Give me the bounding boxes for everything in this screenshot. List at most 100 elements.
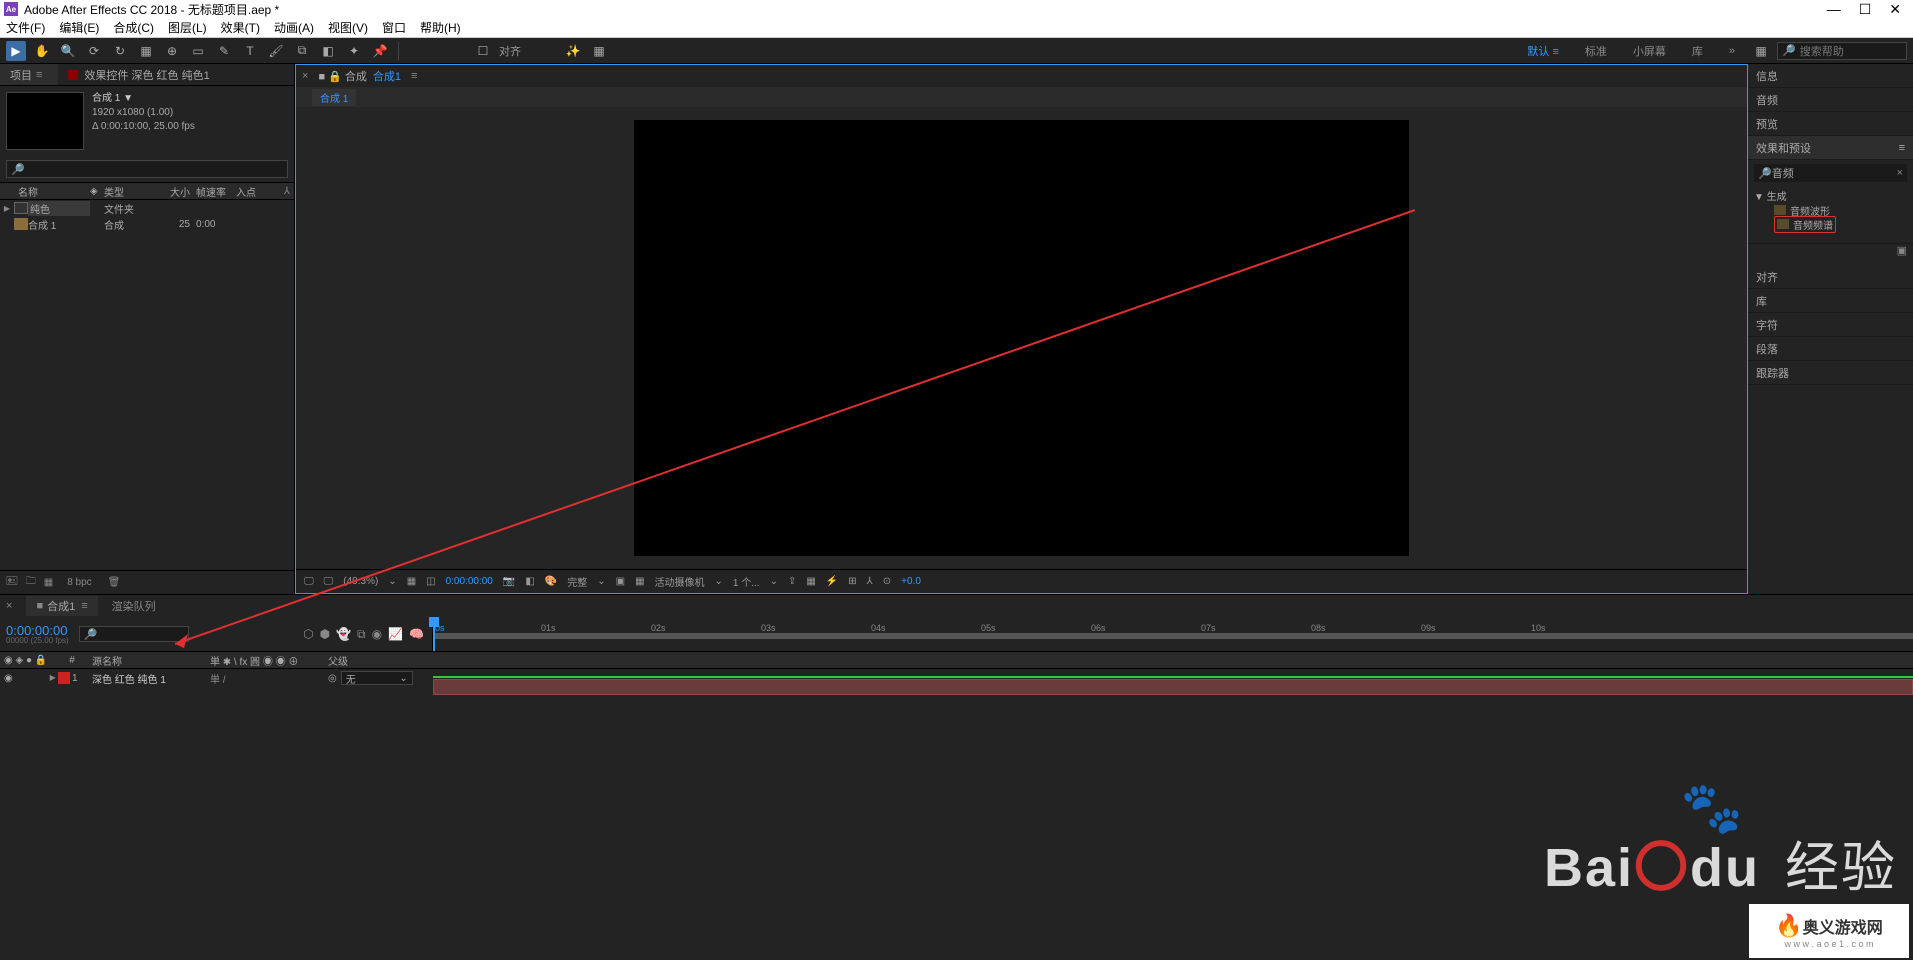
timeline-tab-render-queue[interactable]: 渲染队列 [112, 598, 156, 614]
camera-tool-icon[interactable]: ▦ [136, 41, 156, 61]
new-bin-icon[interactable]: ▣ [1897, 244, 1907, 257]
new-comp-icon[interactable]: ▦ [44, 577, 53, 588]
col-inpoint[interactable]: 入点 [236, 184, 266, 199]
layer-name[interactable]: 深色 红色 纯色 1 [86, 671, 206, 686]
col-source-name[interactable]: 源名称 [86, 653, 206, 668]
transparency-icon[interactable]: ▦ [635, 576, 644, 587]
effect-audio-spectrum[interactable]: 音频频谱 [1754, 217, 1907, 231]
rotate-tool-icon[interactable]: ↻ [110, 41, 130, 61]
panel-info[interactable]: 信息 [1748, 64, 1913, 88]
flowchart-icon[interactable]: ⅄ [867, 576, 873, 587]
col-name[interactable]: 名称 [0, 184, 90, 199]
time-ruler[interactable]: 0s 01s 02s 03s 04s 05s 06s 07s 08s 09s 1… [432, 617, 1913, 651]
orbit-tool-icon[interactable]: ⟳ [84, 41, 104, 61]
col-flowchart-icon[interactable]: ⅄ [284, 186, 290, 197]
composition-thumbnail[interactable] [6, 92, 84, 150]
clone-tool-icon[interactable]: ⧉ [292, 41, 312, 61]
col-fps[interactable]: 帧速率 [190, 184, 236, 199]
color-mgmt-icon[interactable]: 🎨 [545, 576, 557, 587]
motion-blur-icon[interactable]: ◉ [372, 627, 382, 642]
exposure-value[interactable]: +0.0 [901, 576, 921, 587]
workspace-more-icon[interactable]: » [1729, 45, 1735, 57]
search-help-input[interactable]: 🔎 搜索帮助 [1777, 42, 1907, 60]
camera-dropdown[interactable]: 活动摄像机 [655, 574, 705, 589]
timeline-tab-comp1[interactable]: ■ 合成1 ≡ [26, 596, 97, 616]
hand-tool-icon[interactable]: ✋ [32, 41, 52, 61]
effects-category-generate[interactable]: ▼ 生成 [1754, 188, 1907, 203]
menu-view[interactable]: 视图(V) [328, 19, 368, 36]
clear-search-icon[interactable]: × [1897, 167, 1903, 179]
workspace-default[interactable]: 默认 ≡ [1527, 43, 1558, 59]
timeline-search-input[interactable]: 🔎 [79, 626, 189, 642]
menu-window[interactable]: 窗口 [382, 19, 406, 36]
zoom-tool-icon[interactable]: 🔍 [58, 41, 78, 61]
new-folder-icon[interactable]: 🗀 [26, 574, 36, 591]
minimize-button[interactable]: — [1827, 1, 1841, 18]
col-type[interactable]: 类型 [104, 184, 154, 199]
grid-icon[interactable]: ▦ [589, 41, 609, 61]
frame-blend-icon[interactable]: ⧉ [357, 627, 366, 642]
timeline-layer-1[interactable]: ◉ ▶ 1 深色 红色 纯色 1 単 / ◎ 无⌄ [0, 669, 1913, 687]
timeline-icon[interactable]: ⊞ [848, 576, 856, 587]
panel-library[interactable]: 库 [1748, 289, 1913, 313]
layer-duration-bar[interactable] [433, 679, 1913, 695]
resolution-dropdown[interactable]: 完整 [567, 574, 587, 589]
workspace-small[interactable]: 小屏幕 [1633, 43, 1666, 59]
col-size[interactable]: 大小 [154, 184, 190, 199]
roi-icon[interactable]: ▣ [616, 576, 625, 587]
project-search-input[interactable]: 🔎 [6, 160, 288, 178]
project-item-comp1[interactable]: 合成 1 合成 25 0:00 [0, 216, 294, 232]
panel-tracker[interactable]: 跟踪器 [1748, 361, 1913, 385]
panel-audio[interactable]: 音频 [1748, 88, 1913, 112]
menu-help[interactable]: 帮助(H) [420, 19, 461, 36]
chevron-down-icon[interactable]: ⌄ [388, 576, 396, 587]
snapshot-icon[interactable]: 📷 [503, 576, 515, 587]
panel-menu-icon[interactable]: ≡ [411, 70, 417, 82]
twirl-icon[interactable]: ▶ [0, 204, 14, 213]
snap-icon[interactable]: ☐ [473, 41, 493, 61]
workspace-standard[interactable]: 标准 [1585, 43, 1607, 59]
panel-preview[interactable]: 预览 [1748, 112, 1913, 136]
panel-menu-icon[interactable]: ≡ [1899, 142, 1905, 154]
comp-tab-active[interactable]: 合成1 [373, 68, 401, 84]
always-preview-icon[interactable]: 🖵 [304, 576, 314, 587]
tab-project[interactable]: 项目 ≡ [0, 64, 58, 85]
views-dropdown[interactable]: 1 个... [733, 574, 760, 589]
menu-animation[interactable]: 动画(A) [274, 19, 314, 36]
panel-align[interactable]: 对齐 [1748, 265, 1913, 289]
twirl-icon[interactable]: ▶ [50, 673, 58, 684]
graph-editor-icon[interactable]: 📈 [388, 627, 403, 642]
magnification-icon[interactable]: 🖵 [324, 576, 334, 587]
brush-tool-icon[interactable]: 🖌 [266, 41, 286, 61]
effects-search-input[interactable]: 🔎 音频 × [1754, 164, 1907, 182]
tab-effect-controls[interactable]: 效果控件 深色 红色 纯色1 [58, 64, 219, 85]
comp-mini-flowchart-icon[interactable]: ⬡ [303, 627, 313, 642]
fast-preview-icon[interactable]: ⚡ [826, 576, 838, 587]
workspace-library[interactable]: 库 [1692, 43, 1703, 59]
pixel-aspect-icon[interactable]: ▦ [806, 576, 815, 587]
shy-icon[interactable]: 👻 [336, 627, 351, 642]
resolution-icon[interactable]: ▦ [407, 576, 416, 587]
panel-effects-presets[interactable]: 效果和预设 ≡ [1748, 136, 1913, 160]
panel-menu-icon[interactable]: ≡ [36, 69, 42, 81]
bpc-button[interactable]: 8 bpc [67, 577, 91, 588]
layer-switches[interactable]: 単 / [206, 671, 324, 686]
parent-dropdown[interactable]: 无⌄ [341, 671, 413, 685]
interpret-footage-icon[interactable]: 🖭 [6, 574, 18, 591]
puppet-tool-icon[interactable]: 📌 [370, 41, 390, 61]
pen-tool-icon[interactable]: ✎ [214, 41, 234, 61]
panel-paragraph[interactable]: 段落 [1748, 337, 1913, 361]
reset-exposure-icon[interactable]: ⊙ [883, 576, 891, 587]
selection-tool-icon[interactable]: ▶ [6, 41, 26, 61]
menu-layer[interactable]: 图层(L) [168, 19, 207, 36]
eraser-tool-icon[interactable]: ◧ [318, 41, 338, 61]
menu-file[interactable]: 文件(F) [6, 19, 45, 36]
col-label-icon[interactable]: ◈ [90, 186, 104, 197]
panel-character[interactable]: 字符 [1748, 313, 1913, 337]
type-tool-icon[interactable]: T [240, 41, 260, 61]
visibility-toggle-icon[interactable]: ◉ [4, 673, 13, 684]
brain-icon[interactable]: 🧠 [409, 627, 424, 642]
channel-icon[interactable]: ◧ [525, 576, 534, 587]
draft3d-icon[interactable]: ⬢ [320, 627, 330, 642]
close-button[interactable]: ✕ [1889, 1, 1901, 18]
